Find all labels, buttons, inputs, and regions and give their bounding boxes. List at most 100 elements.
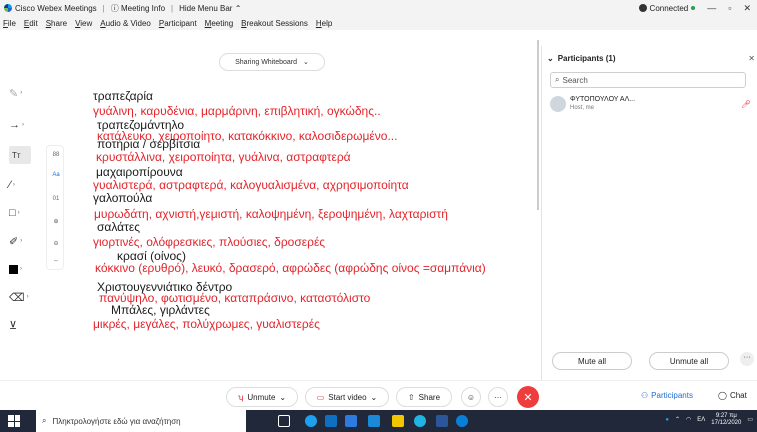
store-icon[interactable] xyxy=(325,415,337,427)
restore-button[interactable]: ▫ xyxy=(728,3,731,13)
menu-item-share[interactable]: Share xyxy=(46,19,67,28)
wifi-icon[interactable]: ◠ xyxy=(686,416,691,423)
meeting-controls: ʮ Unmute ⌄ ▭ Start video ⌄ ⇧ Share ☺ ···… xyxy=(0,380,757,410)
zoom-out-icon[interactable]: ⊖ xyxy=(47,240,65,247)
start-video-button[interactable]: ▭ Start video ⌄ xyxy=(305,387,389,407)
mail-icon[interactable] xyxy=(368,415,380,427)
title-divider: | xyxy=(102,3,105,13)
windows-start-icon[interactable] xyxy=(8,415,20,427)
save-tool[interactable]: ⊻ xyxy=(9,316,29,334)
wb-line: γυάλινη, καρυδένια, μαρμάρινη, επιβλητικ… xyxy=(93,104,381,118)
color-square-icon xyxy=(9,264,18,274)
app-name: Cisco Webex Meetings xyxy=(15,3,97,13)
wb-line: κόκκινο (ερυθρό), λευκό, δρασερό, αφρώδε… xyxy=(95,261,486,275)
task-view-icon[interactable] xyxy=(278,415,290,427)
more-icon[interactable]: ··· xyxy=(488,387,508,407)
chevron-up-icon[interactable]: ⌃ xyxy=(675,416,680,423)
share-button[interactable]: ⇧ Share xyxy=(396,387,452,407)
sharing-whiteboard-dropdown[interactable]: Sharing Whiteboard ⌄ xyxy=(219,53,325,71)
edge-icon[interactable] xyxy=(414,415,426,427)
microphone-muted-icon[interactable]: 🎤︎ xyxy=(741,100,751,109)
menu-item-view[interactable]: View xyxy=(75,19,92,28)
chat-tab[interactable]: ◯ Chat xyxy=(718,391,747,400)
title-bar: Cisco Webex Meetings | ⓘ Meeting Info | … xyxy=(0,0,757,16)
whiteboard-area[interactable]: Sharing Whiteboard ⌄ ✎ › → › Tт ⁄ › □ › ✐ › ›… xyxy=(0,30,540,380)
search-icon: ⌕ xyxy=(42,416,47,425)
participant-search-input[interactable]: ⌕ Search xyxy=(550,72,746,88)
menu-item-help[interactable]: Help xyxy=(316,19,332,28)
color-tool[interactable]: › xyxy=(9,260,29,278)
menu-item-participant[interactable]: Participant xyxy=(159,19,197,28)
wb-line: Μπάλες, γιρλάντες xyxy=(111,303,210,317)
taskbar: ⌕ Πληκτρολογήστε εδώ για αναζήτηση ● ⌃ ◠… xyxy=(0,410,757,432)
video-icon: ▭ xyxy=(316,392,325,402)
unmute-all-button[interactable]: Unmute all xyxy=(649,352,729,370)
app-title: Cisco Webex Meetings xyxy=(0,4,97,13)
wb-line: ποτήρια / σερβίτσια xyxy=(97,137,201,151)
status-dot xyxy=(691,6,696,10)
menu-item-meeting[interactable]: Meeting xyxy=(205,19,233,28)
pointer-tool[interactable]: → › xyxy=(9,116,29,134)
close-button[interactable]: ✕ xyxy=(743,3,751,14)
wb-line: γιορτινές, ολόφρεσκιες, πλούσιες, δροσερ… xyxy=(93,235,326,249)
zoom-in-icon[interactable]: ⊕ xyxy=(47,218,65,225)
taskbar-search-input[interactable]: ⌕ Πληκτρολογήστε εδώ για αναζήτηση xyxy=(36,410,246,432)
window-controls: Connected — ▫ ✕ xyxy=(638,3,751,14)
lang-indicator[interactable]: ΕΛ xyxy=(697,417,705,423)
chevron-up-icon: ⌃ xyxy=(234,3,242,13)
file-explorer-icon[interactable] xyxy=(345,415,357,427)
webex-taskbar-icon[interactable] xyxy=(456,415,468,427)
menu-item-breakout-sessions[interactable]: Breakout Sessions xyxy=(241,19,308,28)
participants-panel: ⌄ Participants (1) ✕ ⌕ Search ΦΥΤΟΠΟΥΛΟΥ… xyxy=(541,46,757,380)
brush-tool[interactable]: ✐ › xyxy=(9,232,29,250)
text-size-panel: 88 Aa 01 ⊕ ⊖ ⇔ xyxy=(46,145,64,270)
pen-tool[interactable]: ✎ › xyxy=(9,84,29,102)
hide-menu-bar-button[interactable]: Hide Menu Bar ⌃ xyxy=(179,4,241,13)
end-call-icon[interactable]: ✕ xyxy=(517,386,539,408)
meeting-info-button[interactable]: ⓘ Meeting Info xyxy=(111,3,165,14)
subtool-font[interactable]: Aa xyxy=(47,172,65,178)
emoji-icon[interactable]: ☺ xyxy=(461,387,481,407)
participants-header[interactable]: ⌄ Participants (1) xyxy=(547,54,616,63)
wb-line: γυαλιστερά, αστραφτερά, καλογυαλισμένα, … xyxy=(93,178,409,192)
word-icon[interactable] xyxy=(436,415,448,427)
chevron-down-icon: ⌄ xyxy=(547,54,554,63)
text-tool[interactable]: Tт xyxy=(9,146,31,164)
eraser-tool[interactable]: ⌫ › xyxy=(9,288,29,306)
info-icon: ⓘ xyxy=(110,3,119,13)
line-icon: ⁄ xyxy=(9,179,11,191)
participants-icon: ⚇ xyxy=(641,391,649,400)
participants-tab[interactable]: ⚇ Participants xyxy=(641,391,693,400)
menu-item-audio-video[interactable]: Audio & Video xyxy=(100,19,151,28)
wb-line: μικρές, μεγάλες, πολύχρωμες, γυαλιστερές xyxy=(93,317,320,331)
fit-icon[interactable]: ⇔ xyxy=(47,258,65,264)
wb-line: γαλοπούλα xyxy=(93,191,153,205)
shape-tool[interactable]: □ › xyxy=(9,204,29,222)
notification-icon[interactable]: ▭ xyxy=(747,416,753,423)
participant-item[interactable]: ΦΥΤΟΠΟΥΛΟΥ ΑΛ... Host, me xyxy=(550,96,635,112)
webex-logo-icon xyxy=(4,4,12,12)
vertical-scrollbar[interactable] xyxy=(537,40,539,210)
app-icon[interactable] xyxy=(392,415,404,427)
subtool-size[interactable]: 88 xyxy=(47,152,65,158)
save-icon: ⊻ xyxy=(9,319,18,332)
menu-item-file[interactable]: File xyxy=(3,19,16,28)
text-icon: Tт xyxy=(12,150,21,160)
clock[interactable]: 9:27 πμ 17/12/2020 xyxy=(711,413,741,426)
webex-tray-icon[interactable]: ● xyxy=(665,417,669,423)
line-tool[interactable]: ⁄ › xyxy=(9,176,29,194)
rectangle-icon: □ xyxy=(9,207,16,219)
participant-role: Host, me xyxy=(570,105,595,111)
connection-status[interactable]: Connected xyxy=(638,4,696,13)
more-icon[interactable]: ··· xyxy=(740,352,754,366)
browser-icon[interactable] xyxy=(305,415,317,427)
microphone-muted-icon: ʮ xyxy=(237,392,244,402)
close-icon[interactable]: ✕ xyxy=(748,54,755,63)
subtool-number[interactable]: 01 xyxy=(47,196,65,202)
connection-icon xyxy=(638,4,647,12)
menu-item-edit[interactable]: Edit xyxy=(24,19,38,28)
unmute-button[interactable]: ʮ Unmute ⌄ xyxy=(226,387,298,407)
title-divider: | xyxy=(171,3,174,13)
minimize-button[interactable]: — xyxy=(707,3,716,13)
mute-all-button[interactable]: Mute all xyxy=(552,352,632,370)
